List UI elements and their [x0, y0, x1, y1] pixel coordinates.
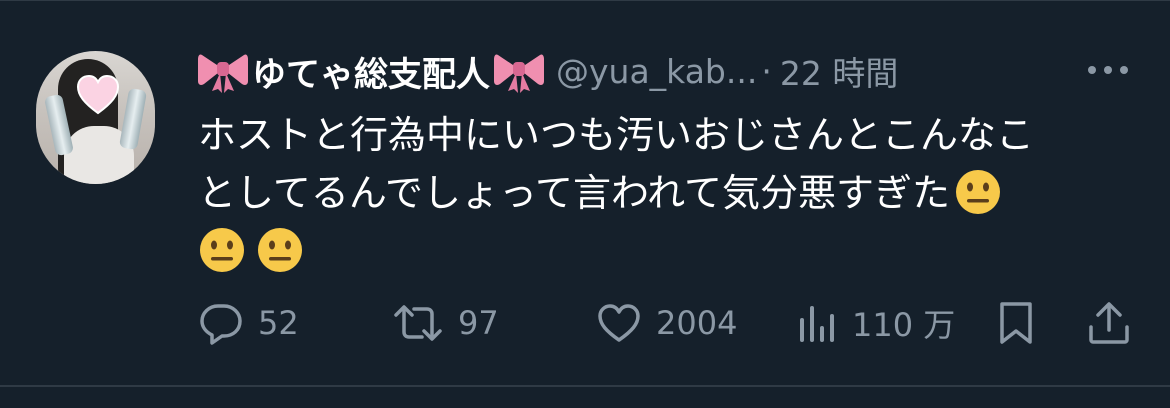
ribbon-icon: [494, 54, 544, 93]
timestamp[interactable]: 22 時間: [780, 47, 898, 95]
bookmark-icon: [1000, 302, 1032, 344]
views-button[interactable]: 110 万: [796, 298, 955, 348]
neutral-face-emoji-icon: [956, 170, 1001, 214]
ribbon-icon: [198, 54, 248, 93]
avatar[interactable]: [36, 51, 155, 184]
views-count: 110 万: [852, 306, 956, 344]
repost-icon: [394, 305, 442, 341]
reply-count: 52: [258, 304, 299, 342]
share-icon: [1089, 302, 1129, 344]
reply-button[interactable]: 52: [198, 298, 299, 348]
avatar-bottle: [118, 87, 148, 151]
neutral-face-emoji-icon: [200, 228, 244, 272]
share-button[interactable]: [1086, 298, 1132, 348]
like-button[interactable]: 2004: [596, 298, 737, 348]
repost-button[interactable]: 97: [392, 298, 499, 348]
like-icon: [598, 304, 640, 342]
user-handle[interactable]: @yua_kab...: [556, 52, 757, 91]
action-bar: 52 97 2004 110 万: [198, 298, 1134, 348]
display-name[interactable]: ゆてゃ総支配人: [252, 47, 490, 96]
repost-count: 97: [458, 304, 499, 342]
bookmark-button[interactable]: [996, 298, 1036, 348]
top-divider: [0, 0, 1170, 1]
neutral-face-emoji-icon: [258, 228, 302, 272]
heart-sticker-icon: [76, 74, 120, 115]
views-icon: [800, 306, 834, 342]
tweet-text-line: [198, 222, 1128, 280]
more-icon[interactable]: [1086, 62, 1130, 78]
tweet-text: ホストと行為中にいつも汚いおじさんとこんなこ としてるんでしょって言われて気分悪…: [198, 106, 1128, 280]
bottom-divider: [0, 385, 1170, 387]
reply-icon: [200, 304, 242, 345]
tweet-text-line: としてるんでしょって言われて気分悪すぎた: [198, 164, 1128, 222]
like-count: 2004: [656, 304, 738, 342]
tweet-header: ゆてゃ総支配人 @yua_kab... · 22 時間: [198, 46, 898, 96]
tweet-text-line: ホストと行為中にいつも汚いおじさんとこんなこ: [198, 113, 1035, 157]
tweet-text-segment: としてるんでしょって言われて気分悪すぎた: [198, 171, 951, 215]
header-separator: ·: [761, 51, 772, 91]
